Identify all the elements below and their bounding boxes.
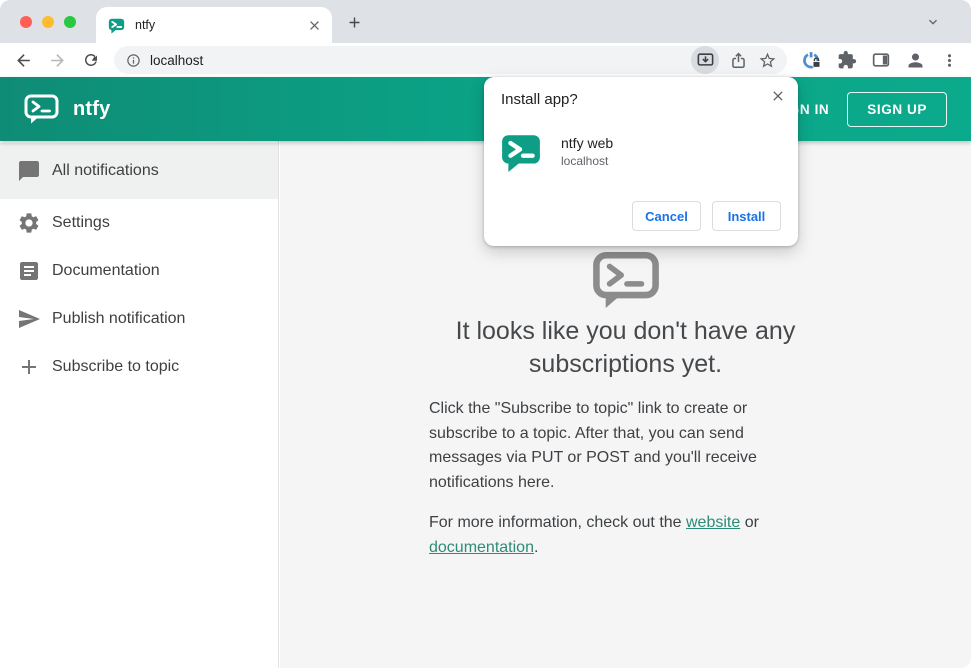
bookmark-button[interactable] (758, 51, 777, 70)
install-button[interactable]: Install (712, 201, 781, 231)
sidebar-item-documentation[interactable]: Documentation (0, 247, 278, 295)
browser-menu-button[interactable] (940, 51, 959, 70)
sidebar: All notifications Settings Documentation… (0, 141, 279, 668)
address-bar[interactable]: localhost (114, 46, 787, 74)
send-icon (19, 310, 40, 328)
share-button[interactable] (729, 51, 748, 70)
more-info-suffix: . (533, 538, 539, 556)
sign-up-button[interactable]: SIGN UP (847, 91, 947, 127)
browser-window: ntfy localhost ntfy SIGN IN SIGN UP All … (0, 0, 971, 668)
sidebar-item-subscribe-to-topic[interactable]: Subscribe to topic (0, 343, 278, 391)
sidebar-item-settings[interactable]: Settings (0, 199, 278, 247)
extensions-button[interactable] (837, 50, 857, 70)
privacy-extension-button[interactable] (801, 49, 823, 71)
tab-title: ntfy (135, 18, 156, 32)
dialog-app-name: ntfy web (561, 135, 614, 151)
minimize-window-button[interactable] (42, 16, 54, 28)
tab-strip: ntfy (0, 0, 971, 43)
close-window-button[interactable] (20, 16, 32, 28)
empty-state-heading: It looks like you don't have any subscri… (455, 317, 796, 378)
maximize-window-button[interactable] (64, 16, 76, 28)
ntfy-logo-icon (24, 94, 59, 124)
profile-button[interactable] (905, 50, 926, 71)
tab-search-chevron-icon[interactable] (925, 14, 941, 30)
bookmark-star-icon (759, 52, 776, 68)
menu-dots-icon (947, 53, 952, 67)
profile-icon (908, 53, 923, 67)
browser-toolbar: localhost (0, 43, 971, 77)
new-tab-button[interactable] (346, 14, 363, 31)
app-title: ntfy (73, 97, 111, 120)
more-info-prefix: For more information, check out the (429, 514, 686, 531)
sidebar-item-label: Settings (52, 214, 110, 231)
side-panel-icon (872, 53, 890, 67)
gear-icon (19, 213, 39, 233)
extensions-puzzle-icon (838, 50, 857, 69)
tab-close-icon[interactable] (306, 17, 322, 33)
sidebar-item-all-notifications[interactable]: All notifications (0, 143, 278, 199)
empty-state-paragraph: Click the "Subscribe to topic" link to c… (429, 400, 757, 491)
install-app-dialog: Install app? ntfy web localhost Cancel I… (484, 77, 798, 246)
ntfy-empty-state-icon (592, 251, 659, 309)
sidebar-item-label: All notifications (52, 162, 159, 179)
dialog-title: Install app? (501, 91, 578, 108)
site-info-icon[interactable] (126, 53, 141, 68)
ntfy-app-icon (502, 135, 540, 172)
dialog-close-icon[interactable] (769, 87, 786, 104)
back-button[interactable] (14, 51, 33, 70)
sidebar-item-label: Publish notification (52, 310, 186, 327)
install-pwa-icon (697, 52, 713, 66)
empty-state-more-info: For more information, check out the webs… (429, 511, 771, 560)
sidebar-item-label: Subscribe to topic (52, 358, 180, 375)
privacy-extension-icon (803, 52, 821, 69)
website-link[interactable]: website (686, 514, 740, 531)
share-icon (732, 52, 745, 68)
reload-button[interactable] (82, 51, 100, 69)
browser-tab-ntfy[interactable]: ntfy (96, 7, 332, 43)
sidebar-item-label: Documentation (52, 262, 160, 279)
documentation-link[interactable]: documentation (429, 539, 534, 556)
forward-button[interactable] (48, 51, 67, 70)
chat-icon (19, 161, 39, 181)
sidebar-item-publish-notification[interactable]: Publish notification (0, 295, 278, 343)
dialog-app-origin: localhost (561, 154, 609, 168)
cancel-button[interactable]: Cancel (632, 201, 701, 231)
plus-icon (22, 360, 36, 374)
side-panel-button[interactable] (871, 50, 891, 70)
article-icon (20, 262, 38, 280)
traffic-lights (20, 16, 76, 28)
more-info-middle: or (740, 514, 759, 531)
ntfy-favicon-icon (108, 18, 125, 34)
url-text[interactable]: localhost (150, 53, 691, 68)
install-app-toolbar-button[interactable] (691, 46, 719, 74)
